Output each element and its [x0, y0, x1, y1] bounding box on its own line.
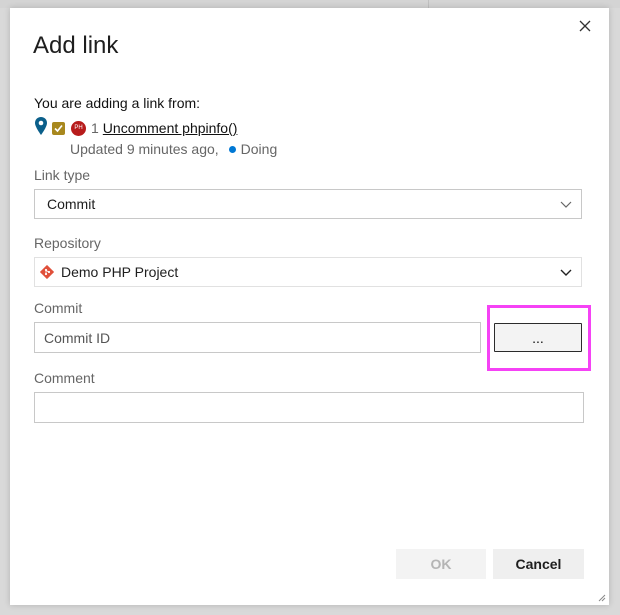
commit-label: Commit: [34, 300, 83, 316]
chevron-down-icon: [551, 201, 581, 208]
dialog-title: Add link: [33, 32, 119, 59]
repository-dropdown[interactable]: Demo PHP Project: [34, 257, 582, 287]
work-item-id: 1: [91, 120, 99, 136]
repository-value: Demo PHP Project: [61, 264, 179, 280]
comment-label: Comment: [34, 370, 95, 386]
git-repo-icon: [40, 265, 54, 279]
cancel-button[interactable]: Cancel: [493, 549, 584, 579]
backdrop-divider: [428, 0, 429, 8]
browse-commits-button[interactable]: ...: [494, 323, 582, 352]
link-type-dropdown[interactable]: Commit: [34, 189, 582, 219]
ok-button[interactable]: OK: [396, 549, 486, 579]
backdrop: [0, 0, 620, 8]
source-heading: You are adding a link from:: [34, 95, 201, 111]
link-type-label: Link type: [34, 167, 91, 183]
location-pin-icon: [35, 117, 47, 135]
updated-text: Updated 9 minutes ago,: [70, 141, 219, 157]
work-item-meta: Updated 9 minutes ago, Doing: [70, 141, 277, 157]
chevron-down-icon: [551, 269, 581, 276]
resize-grip-icon[interactable]: [596, 592, 606, 602]
work-item-title-link[interactable]: Uncomment phpinfo(): [103, 120, 238, 136]
comment-input[interactable]: [34, 392, 584, 423]
state-text: Doing: [240, 141, 278, 157]
state-dot-icon: [228, 145, 236, 153]
work-item-row: PH 1 Uncomment phpinfo(): [34, 116, 237, 140]
commit-id-input[interactable]: [34, 322, 481, 353]
close-icon: [579, 20, 591, 32]
add-link-dialog: Add link You are adding a link from: PH …: [10, 8, 609, 605]
avatar: PH: [71, 120, 86, 136]
link-type-value: Commit: [47, 196, 96, 212]
repository-label: Repository: [34, 235, 101, 251]
work-item-type-icon: [52, 121, 65, 135]
close-button[interactable]: [573, 14, 597, 38]
